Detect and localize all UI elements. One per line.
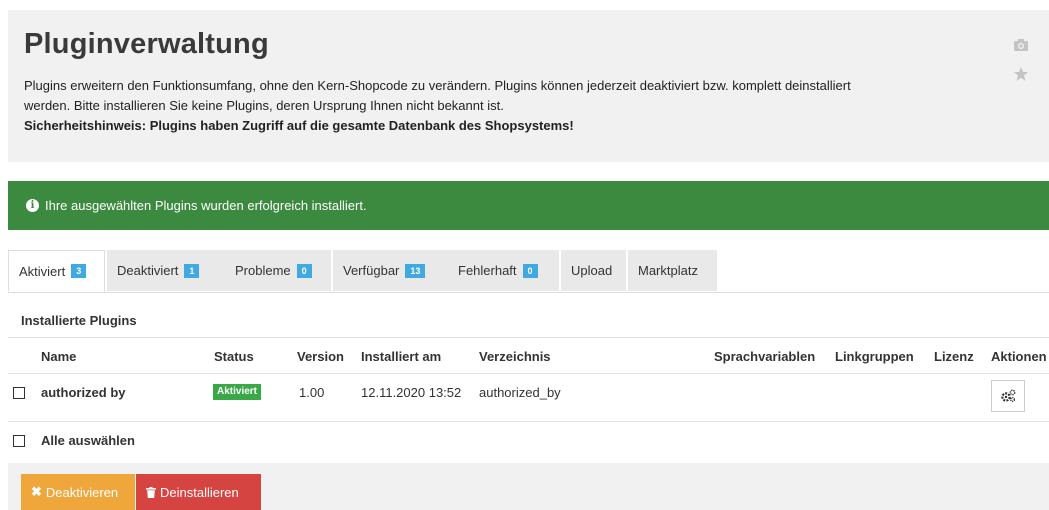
tab-fehlerhaft[interactable]: Fehlerhaft 0 <box>448 250 559 291</box>
tab-probleme[interactable]: Probleme 0 <box>225 250 331 291</box>
deactivate-label: Deaktivieren <box>45 484 119 500</box>
status-badge: Aktiviert <box>213 384 262 400</box>
tab-count-badge: 0 <box>522 263 538 278</box>
star-icon[interactable] <box>1013 66 1029 82</box>
alert-message: Ihre ausgewählten Plugins wurden erfolgr… <box>45 198 367 213</box>
column-header-name: Name <box>41 349 77 364</box>
camera-icon[interactable] <box>1013 37 1029 53</box>
column-header-linkgroups: Linkgruppen <box>835 349 914 364</box>
divider <box>8 337 1049 338</box>
tab-count-badge: 0 <box>296 263 312 278</box>
section-title: Installierte Plugins <box>21 313 137 328</box>
trash-icon <box>146 486 156 498</box>
plugin-settings-button[interactable] <box>991 380 1025 412</box>
description-line-2: werden. Bitte installieren Sie keine Plu… <box>24 98 504 113</box>
tab-verfuegbar[interactable]: Verfügbar 13 <box>333 250 451 291</box>
tab-label: Probleme <box>235 263 291 278</box>
column-header-license: Lizenz <box>934 349 974 364</box>
select-all-label[interactable]: Alle auswählen <box>41 433 135 448</box>
tab-label: Marktplatz <box>638 263 698 278</box>
tab-label: Upload <box>571 263 613 278</box>
row-checkbox[interactable] <box>13 387 25 399</box>
tab-marktplatz[interactable]: Marktplatz <box>628 250 717 291</box>
plugin-directory: authorized_by <box>479 385 561 400</box>
page-description: Plugins erweitern den Funktionsumfang, o… <box>24 76 954 136</box>
tab-label: Deaktiviert <box>117 263 179 278</box>
tab-count-badge: 3 <box>71 264 87 278</box>
column-header-version: Version <box>297 349 344 364</box>
column-header-directory: Verzeichnis <box>479 349 551 364</box>
tab-count-badge: 1 <box>184 263 200 278</box>
tab-label: Aktiviert <box>19 263 66 279</box>
uninstall-label: Deinstallieren <box>160 484 239 500</box>
tab-count-badge: 13 <box>405 263 426 278</box>
select-all-checkbox[interactable] <box>13 435 25 447</box>
gears-icon <box>1001 389 1016 402</box>
column-header-installed: Installiert am <box>361 349 442 364</box>
plugin-tabs: Aktiviert 3 Deaktiviert 1 Probleme 0 Ver… <box>8 250 1049 293</box>
column-header-actions: Aktionen <box>991 349 1047 364</box>
plugin-name: authorized by <box>41 385 126 400</box>
tab-upload[interactable]: Upload <box>561 250 626 291</box>
success-alert: i Ihre ausgewählten Plugins wurden erfol… <box>8 181 1049 230</box>
description-line-1: Plugins erweitern den Funktionsumfang, o… <box>24 78 851 93</box>
tab-label: Verfügbar <box>343 263 400 278</box>
tab-label: Fehlerhaft <box>458 263 517 278</box>
info-icon: i <box>26 199 39 212</box>
page-title: Pluginverwaltung <box>24 28 269 60</box>
close-icon: ✖ <box>31 484 42 499</box>
divider <box>8 421 1049 422</box>
security-warning: Sicherheitshinweis: Plugins haben Zugrif… <box>24 118 574 133</box>
column-header-langvars: Sprachvariablen <box>714 349 816 364</box>
plugin-version: 1.00 <box>299 385 325 400</box>
tab-aktiviert[interactable]: Aktiviert 3 <box>8 250 105 292</box>
divider <box>8 373 1049 374</box>
page-header: Pluginverwaltung Plugins erweitern den F… <box>8 10 1049 162</box>
uninstall-button[interactable]: Deinstallieren <box>136 474 261 510</box>
plugin-installed-date: 12.11.2020 13:52 <box>361 385 462 400</box>
tab-deaktiviert[interactable]: Deaktiviert 1 <box>107 250 228 291</box>
column-header-status: Status <box>214 349 254 364</box>
deactivate-button[interactable]: ✖ Deaktivieren <box>21 474 135 510</box>
